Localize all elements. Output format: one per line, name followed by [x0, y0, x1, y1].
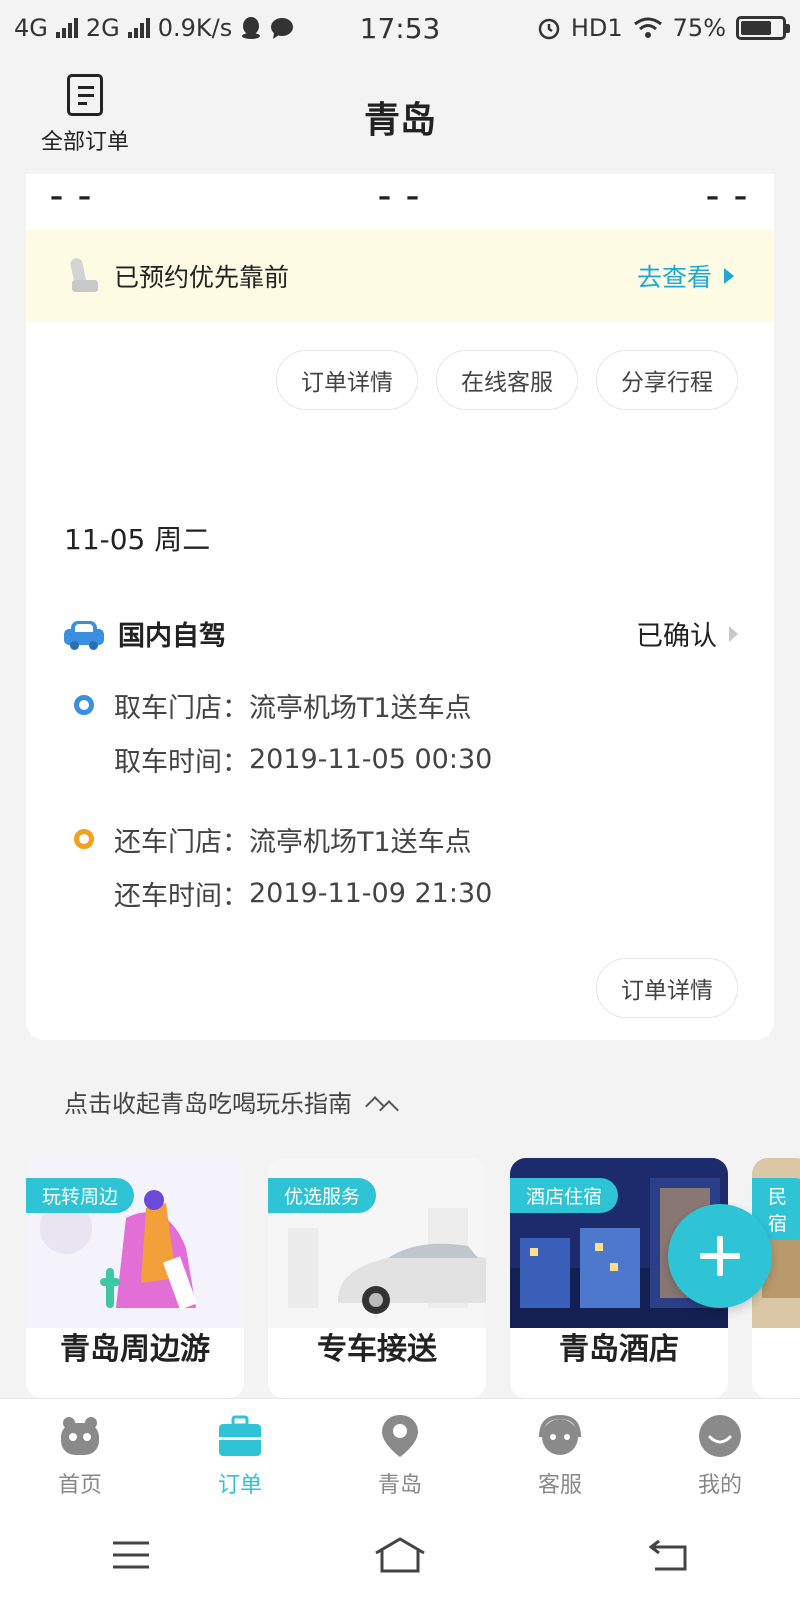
tile-tag: 优选服务: [268, 1178, 377, 1213]
page-title: 青岛: [363, 100, 436, 141]
view-link-label: 去查看: [636, 263, 712, 292]
battery-icon: [736, 16, 790, 40]
network-speed: 0.9K/s: [157, 14, 233, 42]
qq-icon: [242, 17, 261, 39]
network-type-2: 2G: [85, 14, 120, 42]
return-time: 2019-11-09 21:30: [249, 877, 493, 909]
order-detail-button[interactable]: 订单详情: [596, 958, 738, 1018]
pickup-store: 流亭机场T1送车点: [249, 692, 472, 724]
notice-text: 已预约优先靠前: [114, 263, 290, 292]
tile-title: 青岛周边游: [60, 1332, 210, 1367]
pickup-store-label: 取车门店：: [114, 692, 249, 724]
headset-icon: [539, 1414, 581, 1455]
signal-icon: [55, 18, 78, 38]
dash-1: – –: [50, 182, 95, 212]
dash-3: – –: [705, 182, 750, 212]
return-store: 流亭机场T1送车点: [249, 826, 472, 858]
car-icon: [64, 619, 104, 650]
online-service-button[interactable]: 在线客服: [436, 350, 578, 410]
signal-icon: [127, 18, 150, 38]
tab-label: 订单: [217, 1473, 262, 1498]
guide-toggle[interactable]: 点击收起青岛吃喝玩乐指南: [64, 1084, 399, 1120]
status-bar: 4G 2G 0.9K/s 17:53 HD1 75%: [0, 0, 800, 56]
tab-orders[interactable]: 订单: [160, 1399, 320, 1510]
trip-actions: 订单详情 在线客服 分享行程: [276, 350, 738, 410]
pickup-time: 2019-11-05 00:30: [249, 743, 493, 775]
content-scroll[interactable]: – – – – – – 已预约优先靠前 去查看 订单详情 在线客服 分享行程 1…: [0, 174, 800, 1398]
return-time-label: 还车时间：: [114, 880, 249, 912]
battery-percent: 75%: [672, 14, 726, 42]
return-time-row: 还车时间： 2019-11-09 21:30: [74, 866, 738, 920]
tile-tag: 酒店住宿: [510, 1178, 619, 1213]
message-icon: [271, 18, 294, 39]
placeholder-dashes: – – – – – –: [50, 182, 750, 212]
back-icon[interactable]: [648, 1539, 689, 1571]
guide-tile-transfer[interactable]: 优选服务 专车接送: [268, 1158, 486, 1398]
guide-tile-nearby[interactable]: 玩转周边 青岛周边游: [26, 1158, 244, 1398]
tab-bar: 首页 订单 青岛 客服 我的: [0, 1398, 800, 1510]
tab-label: 客服: [537, 1473, 582, 1498]
home-icon[interactable]: [374, 1537, 426, 1573]
menu-icon[interactable]: [111, 1539, 151, 1571]
home-mascot-icon: [61, 1417, 99, 1455]
tab-label: 我的: [697, 1473, 742, 1498]
location-pin-icon: [382, 1415, 418, 1457]
pickup-time-row: 取车时间： 2019-11-05 00:30: [74, 732, 738, 786]
tile-tag: 玩转周边: [26, 1178, 135, 1213]
date-label: 11-05 周二: [64, 523, 211, 556]
order-status[interactable]: 已确认: [636, 614, 738, 653]
return-info: 还车门店： 流亭机场T1送车点 还车时间： 2019-11-09 21:30: [74, 812, 738, 920]
pickup-store-row: 取车门店： 流亭机场T1送车点: [74, 678, 738, 732]
view-link[interactable]: 去查看: [637, 258, 734, 294]
return-store-row: 还车门店： 流亭机场T1送车点: [74, 812, 738, 866]
return-dot-icon: [74, 829, 94, 849]
share-trip-button[interactable]: 分享行程: [596, 350, 738, 410]
add-fab-button[interactable]: [668, 1204, 772, 1308]
order-card[interactable]: 国内自驾 已确认 取车门店： 流亭机场T1送车点 取车时间： 2019-11-0…: [26, 584, 774, 1040]
return-store-label: 还车门店：: [114, 826, 249, 858]
dash-2: – –: [377, 182, 423, 212]
arrow-right-icon: [724, 268, 734, 284]
network-type-1: 4G: [14, 14, 48, 42]
order-header: 国内自驾 已确认: [64, 614, 738, 653]
pickup-dot-icon: [74, 695, 94, 715]
tab-mine[interactable]: 我的: [640, 1399, 800, 1510]
guide-toggle-label: 点击收起青岛吃喝玩乐指南: [64, 1090, 352, 1118]
chevron-right-icon: [729, 625, 738, 642]
tab-label: 首页: [57, 1473, 102, 1498]
seat-icon: [66, 256, 100, 296]
alarm-icon: [538, 18, 560, 40]
wifi-icon: [633, 17, 662, 38]
tab-label: 青岛: [377, 1473, 422, 1498]
system-nav-bar: [0, 1510, 800, 1600]
order-status-label: 已确认: [636, 621, 717, 652]
order-actions: 订单详情: [596, 958, 738, 1018]
briefcase-icon: [219, 1415, 261, 1456]
smile-face-icon: [699, 1415, 741, 1457]
tile-title: 青岛酒店: [559, 1332, 679, 1367]
order-type: 国内自驾: [118, 621, 226, 652]
order-detail-button[interactable]: 订单详情: [276, 350, 418, 410]
tile-title: 专车接送: [317, 1332, 437, 1367]
header: 全部订单 青岛: [0, 56, 800, 174]
pickup-time-label: 取车时间：: [114, 746, 249, 778]
tab-city[interactable]: 青岛: [320, 1399, 480, 1510]
tab-home[interactable]: 首页: [0, 1399, 160, 1510]
pickup-info: 取车门店： 流亭机场T1送车点 取车时间： 2019-11-05 00:30: [74, 678, 738, 786]
hd-indicator: HD1: [570, 14, 623, 42]
tab-service[interactable]: 客服: [480, 1399, 640, 1510]
priority-notice: 已预约优先靠前 去查看: [26, 230, 774, 322]
